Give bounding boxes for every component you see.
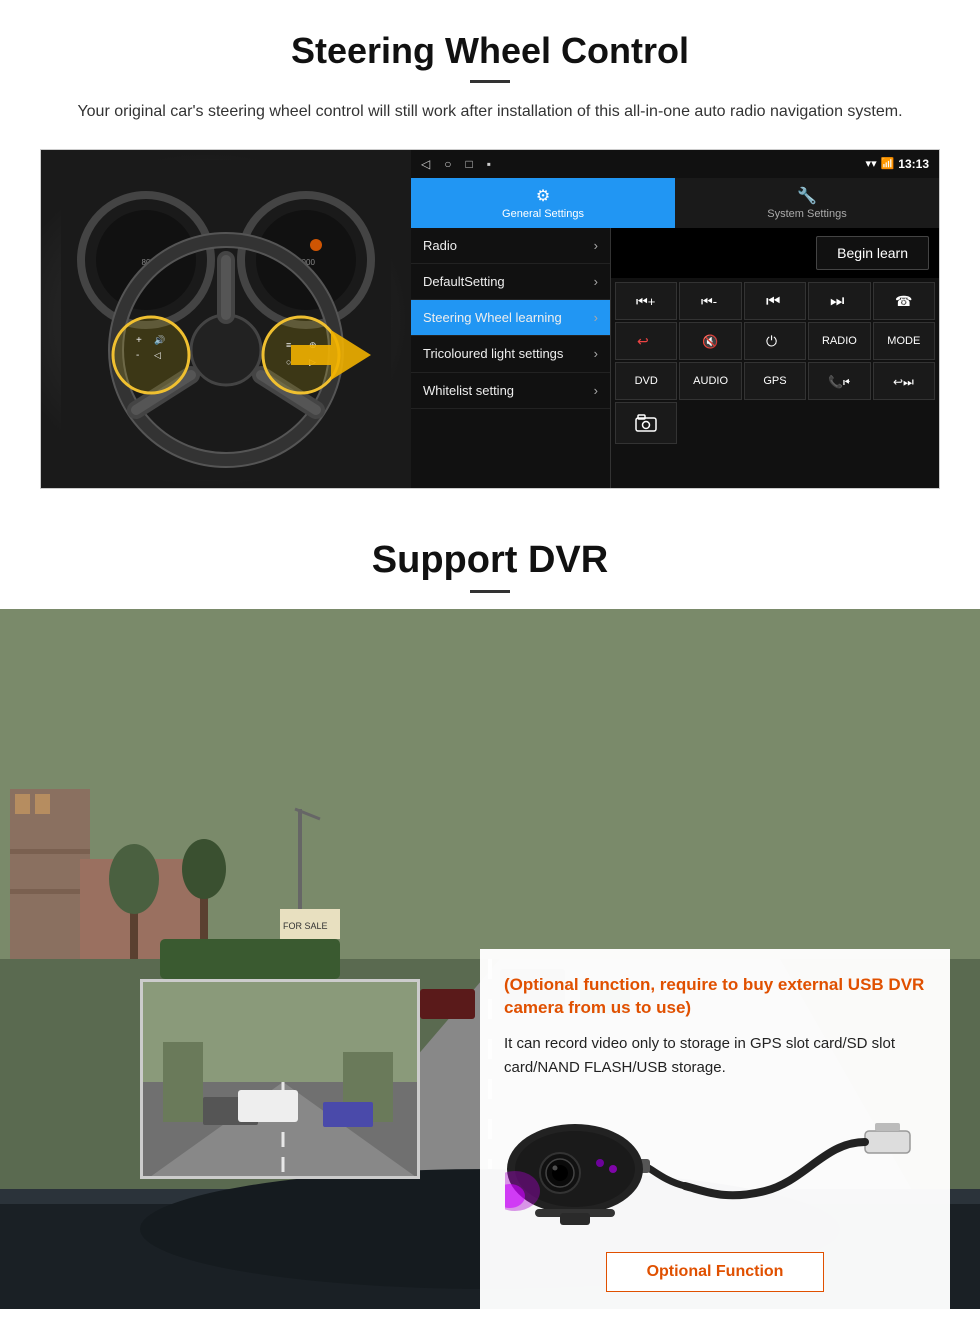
tab-system-label: System Settings <box>767 208 846 220</box>
svg-text:⏮: ⏮ <box>766 293 780 309</box>
menu-whitelist-label: Whitelist setting <box>423 383 514 398</box>
ctrl-hangup[interactable]: ↩ <box>615 322 677 360</box>
chevron-right-icon: › <box>594 274 598 289</box>
swc-divider <box>470 80 510 83</box>
menu-light-label: Tricoloured light settings <box>423 346 563 363</box>
ctrl-mode[interactable]: MODE <box>873 322 935 360</box>
svg-text:◁: ◁ <box>154 350 161 360</box>
dvr-title: Support DVR <box>0 539 980 582</box>
menu-steering-label: Steering Wheel learning <box>423 310 562 325</box>
svg-text:FOR SALE: FOR SALE <box>283 921 328 931</box>
gear-icon: ⚙ <box>536 186 550 206</box>
ctrl-dvd[interactable]: DVD <box>615 362 677 400</box>
svg-text:↩: ↩ <box>637 333 649 349</box>
status-time: 13:13 <box>898 157 929 171</box>
svg-text:+: + <box>136 335 142 346</box>
menu-list: Radio › DefaultSetting › Steering Wheel … <box>411 228 611 488</box>
svg-text:≡: ≡ <box>286 340 291 350</box>
ctrl-camera[interactable] <box>615 402 677 444</box>
tab-system-settings[interactable]: 🔧 System Settings <box>675 178 939 228</box>
android-tabs: ⚙ General Settings 🔧 System Settings <box>411 178 939 228</box>
navbar-icons: ◁ ○ □ ▪ <box>421 157 491 171</box>
dvr-section: FOR SALE Support DVR <box>0 509 980 1309</box>
chevron-right-icon: › <box>594 383 598 398</box>
camera-svg <box>505 1101 925 1231</box>
settings-icon: 🔧 <box>797 186 817 206</box>
chevron-right-icon: › <box>594 238 598 253</box>
menu-item-radio[interactable]: Radio › <box>411 228 610 264</box>
svg-text:⏭: ⏭ <box>830 293 844 309</box>
ctrl-call[interactable]: ☎ <box>873 282 935 320</box>
menu-item-whitelist[interactable]: Whitelist setting › <box>411 373 610 409</box>
dvr-optional-text: (Optional function, require to buy exter… <box>504 973 926 1021</box>
recents-icon[interactable]: □ <box>465 157 472 171</box>
chevron-right-icon: › <box>594 346 598 363</box>
ctrl-prev[interactable]: ⏮ <box>744 282 806 320</box>
android-menu-area: Radio › DefaultSetting › Steering Wheel … <box>411 228 939 488</box>
swc-title: Steering Wheel Control <box>40 30 940 72</box>
dvr-info-card: (Optional function, require to buy exter… <box>480 949 950 1309</box>
back-icon[interactable]: ◁ <box>421 157 430 171</box>
android-statusbar: ◁ ○ □ ▪ ▾▾ 📶 13:13 <box>411 150 939 178</box>
menu-item-steering[interactable]: Steering Wheel learning › <box>411 300 610 336</box>
menu-item-default[interactable]: DefaultSetting › <box>411 264 610 300</box>
svg-text:-: - <box>136 350 139 361</box>
dvr-description: It can record video only to storage in G… <box>504 1032 926 1080</box>
menu-radio-label: Radio <box>423 238 457 253</box>
wheel-svg: 80 3000 + 🔊 <box>61 160 391 480</box>
dvr-divider <box>470 590 510 593</box>
ctrl-power[interactable]: ⏻ <box>744 322 806 360</box>
dash-cam-thumbnail <box>140 979 420 1179</box>
ctrl-vol-minus[interactable]: ⏮- <box>679 282 741 320</box>
ctrl-next[interactable]: ⏭ <box>808 282 870 320</box>
ctrl-call-prev[interactable]: 📞⏮ <box>808 362 870 400</box>
begin-learn-row: Begin learn <box>611 228 939 278</box>
steering-wheel-image: 80 3000 + 🔊 <box>41 150 411 489</box>
svg-text:🔇: 🔇 <box>702 334 718 349</box>
control-panel: Begin learn ⏮+ ⏮- ⏮ <box>611 228 939 488</box>
svg-text:⏮+: ⏮+ <box>636 294 655 309</box>
chevron-right-icon: › <box>594 310 598 325</box>
tab-general-label: General Settings <box>502 208 584 220</box>
swc-demo-area: 80 3000 + 🔊 <box>40 149 940 489</box>
ctrl-vol-plus[interactable]: ⏮+ <box>615 282 677 320</box>
signal-icon: ▾▾ <box>866 157 877 170</box>
menu-default-label: DefaultSetting <box>423 274 505 289</box>
svg-text:⏮-: ⏮- <box>701 294 717 309</box>
swc-description: Your original car's steering wheel contr… <box>60 99 920 125</box>
begin-learn-button[interactable]: Begin learn <box>816 236 929 270</box>
ctrl-mute[interactable]: 🔇 <box>679 322 741 360</box>
android-panel: ◁ ○ □ ▪ ▾▾ 📶 13:13 ⚙ General Settings <box>411 150 939 488</box>
svg-text:○: ○ <box>286 357 291 367</box>
ctrl-gps[interactable]: GPS <box>744 362 806 400</box>
svg-text:☎: ☎ <box>895 293 912 309</box>
dvr-camera-illustration <box>504 1096 926 1236</box>
tab-general-settings[interactable]: ⚙ General Settings <box>411 178 675 228</box>
control-buttons-grid: ⏮+ ⏮- ⏮ ⏭ ☎ <box>611 278 939 448</box>
svg-text:🔊: 🔊 <box>154 334 165 346</box>
svg-text:📞⏮: 📞⏮ <box>828 374 850 389</box>
status-icons: ▾▾ 📶 13:13 <box>866 157 929 171</box>
ctrl-audio[interactable]: AUDIO <box>679 362 741 400</box>
steering-wheel-section: Steering Wheel Control Your original car… <box>0 0 980 509</box>
menu-icon[interactable]: ▪ <box>487 157 491 171</box>
dash-cam-image <box>143 982 417 1176</box>
dvr-title-area: Support DVR <box>0 509 980 609</box>
ctrl-radio[interactable]: RADIO <box>808 322 870 360</box>
svg-text:↩⏭: ↩⏭ <box>893 375 914 389</box>
wifi-icon: 📶 <box>881 157 895 170</box>
svg-text:⏻: ⏻ <box>766 333 777 349</box>
ctrl-back-next[interactable]: ↩⏭ <box>873 362 935 400</box>
home-icon[interactable]: ○ <box>444 157 451 171</box>
menu-item-light[interactable]: Tricoloured light settings › <box>411 336 610 374</box>
optional-function-button[interactable]: Optional Function <box>606 1252 825 1292</box>
